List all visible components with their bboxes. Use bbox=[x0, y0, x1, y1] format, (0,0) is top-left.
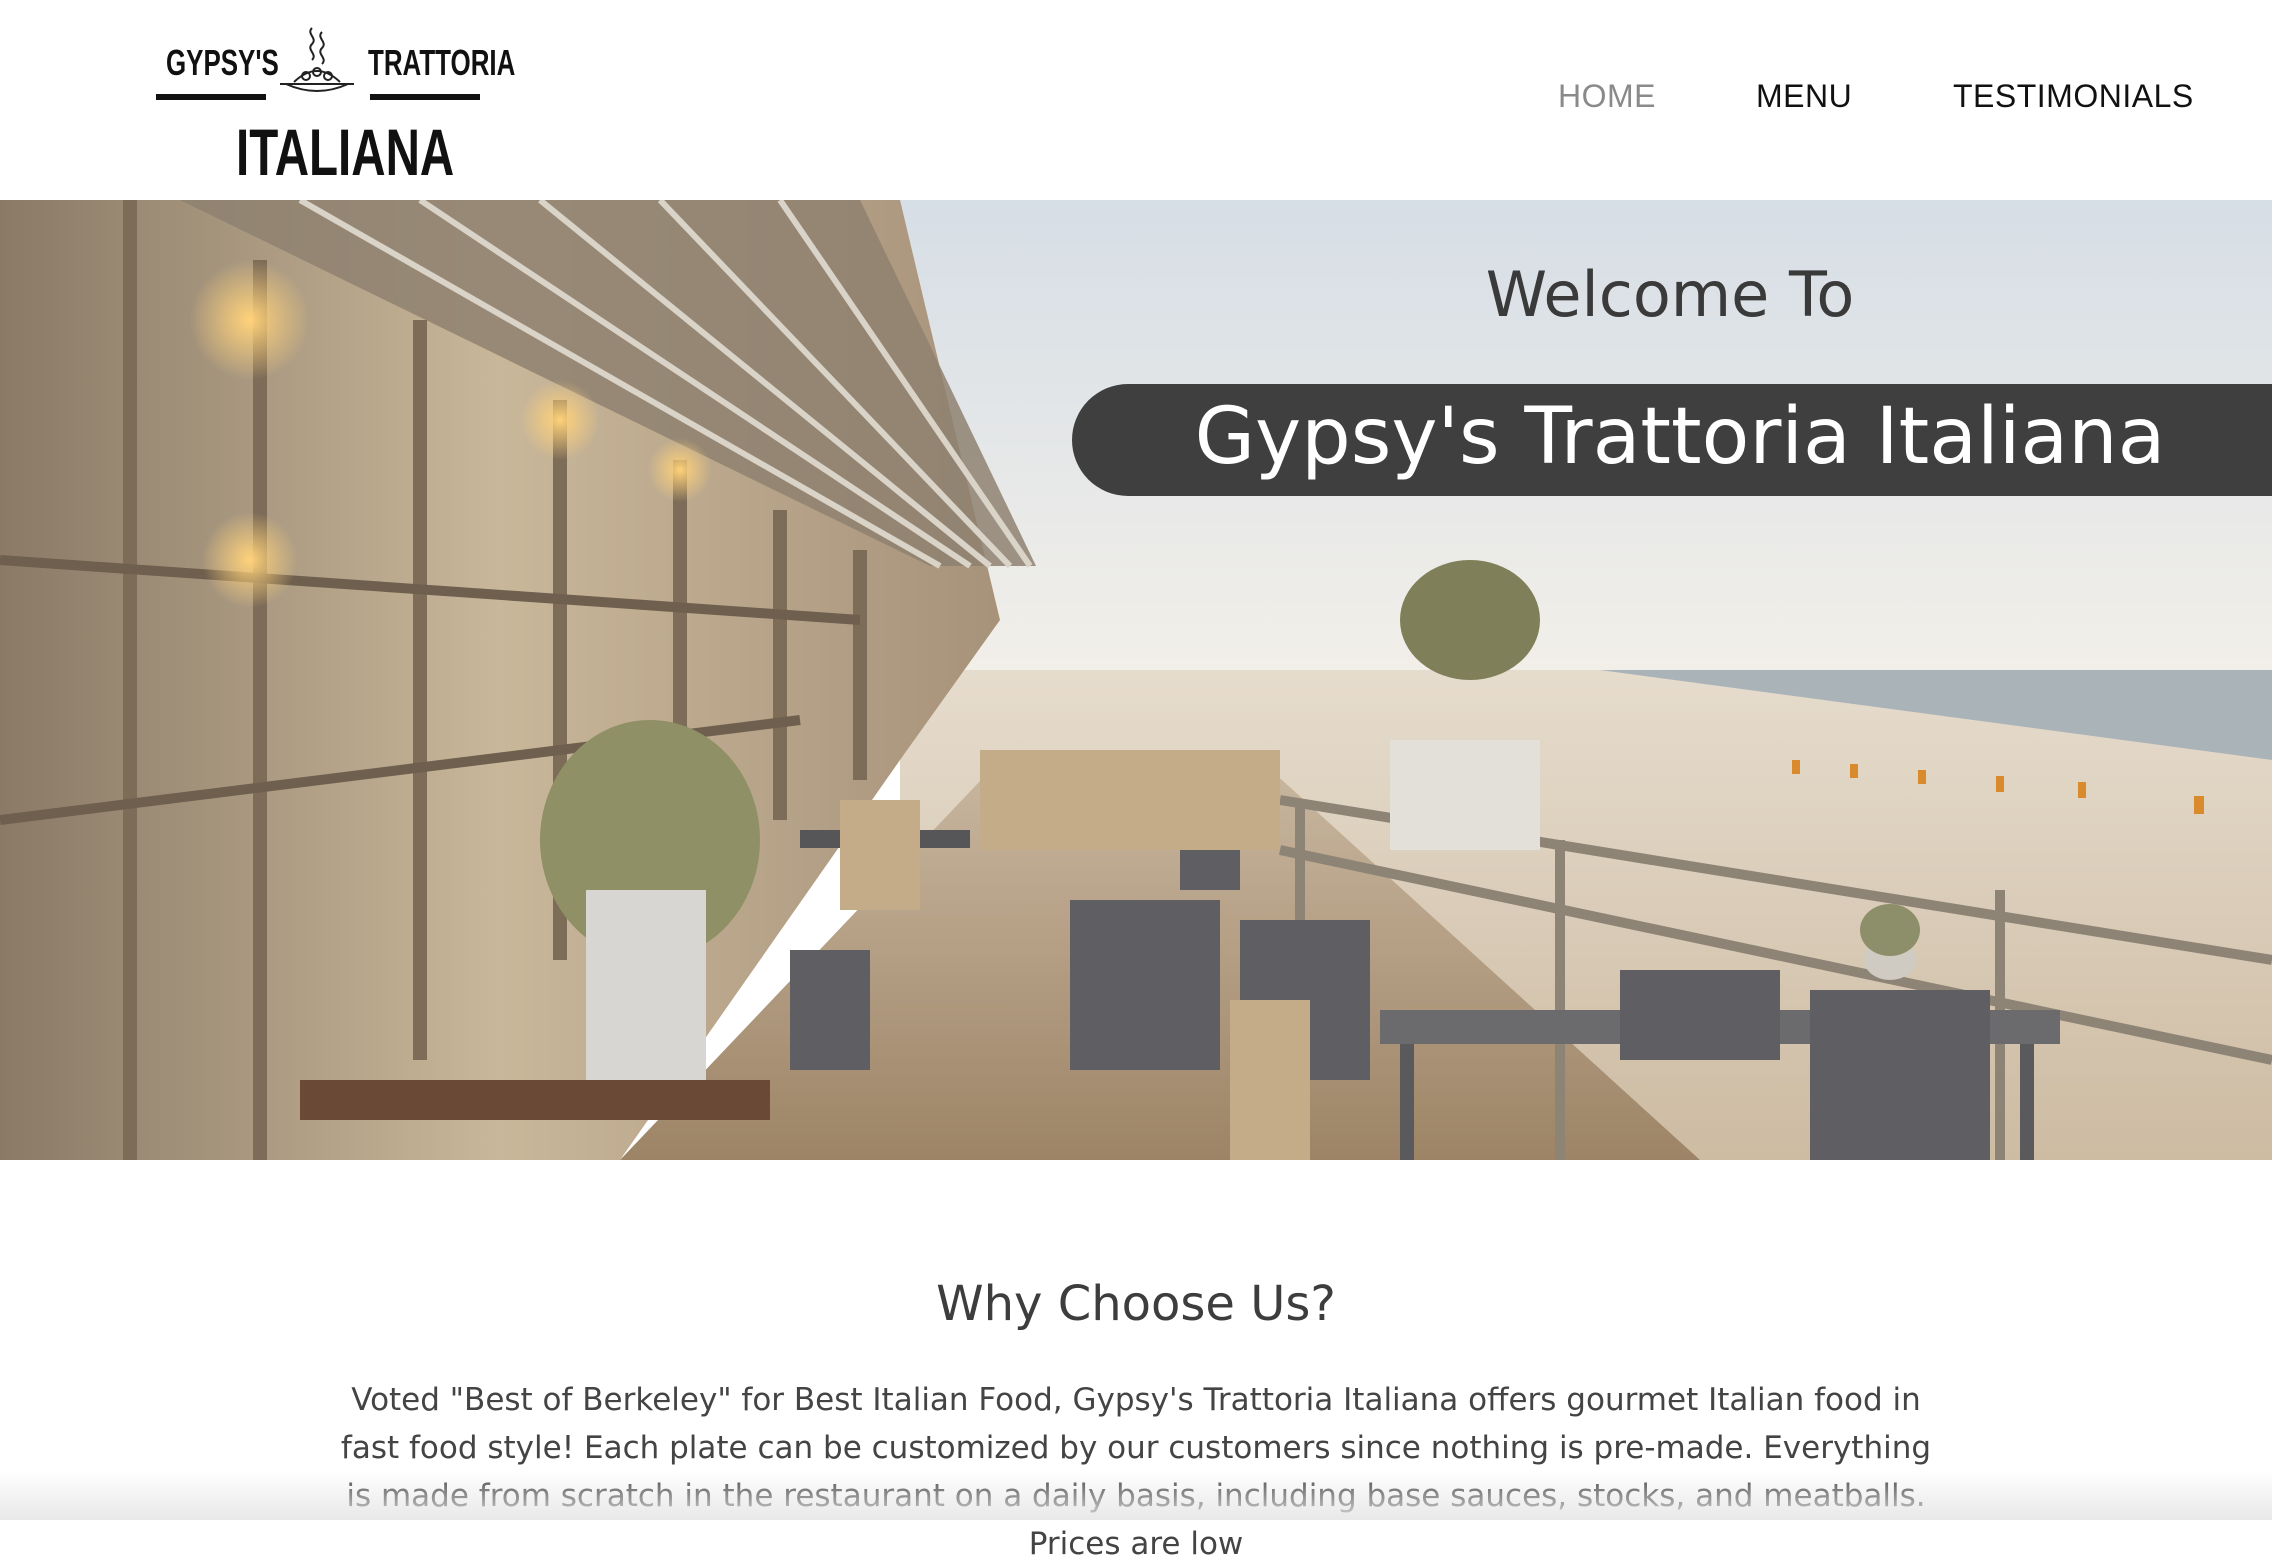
logo-word-trattoria: TRATTORIA bbox=[368, 42, 516, 83]
hero-background-image bbox=[0, 200, 2272, 1160]
logo-rule-left bbox=[156, 94, 266, 100]
logo-rule-right bbox=[370, 94, 480, 100]
nav-testimonials-link[interactable]: TESTIMONIALS bbox=[1953, 78, 2194, 115]
hero-welcome-text: Welcome To bbox=[1485, 258, 1855, 331]
site-header: GYPSY'S TRATTORIA ITALIANA HOME MENU TES… bbox=[0, 0, 2272, 200]
pasta-dish-icon bbox=[280, 27, 354, 92]
why-choose-us-heading: Why Choose Us? bbox=[936, 1276, 1336, 1332]
bottom-fade bbox=[0, 1470, 2272, 1520]
logo-word-gypsys: GYPSY'S bbox=[166, 42, 279, 83]
nav-menu-link[interactable]: MENU bbox=[1756, 78, 1852, 115]
hero-title: Gypsy's Trattoria Italiana bbox=[1194, 392, 2166, 482]
hero-section: Welcome To Gypsy's Trattoria Italiana bbox=[0, 200, 2272, 1160]
logo-word-italiana: ITALIANA bbox=[236, 115, 455, 189]
nav-home-link[interactable]: HOME bbox=[1558, 78, 1656, 115]
restaurant-logo[interactable]: GYPSY'S TRATTORIA ITALIANA bbox=[152, 22, 515, 189]
